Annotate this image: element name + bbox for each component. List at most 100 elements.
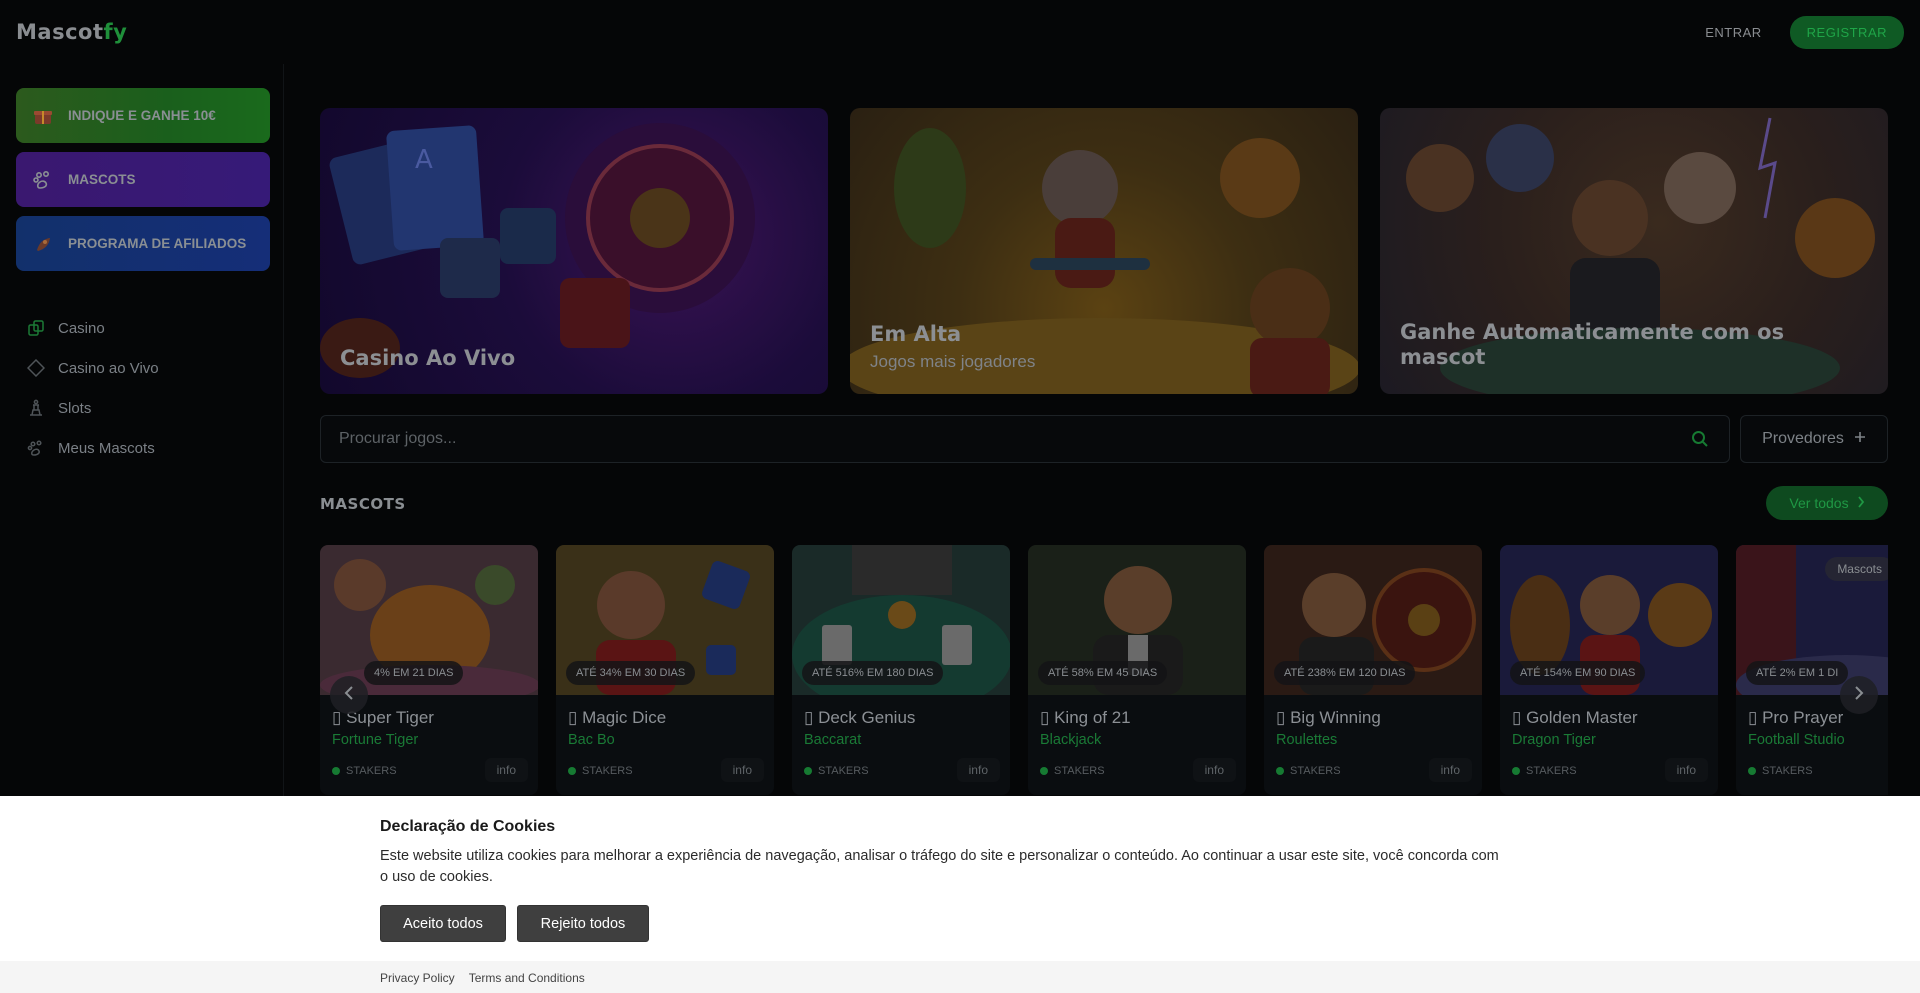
status-label: STAKERS — [1054, 765, 1105, 777]
providers-button[interactable]: Provedores — [1740, 415, 1888, 463]
mascot-card[interactable]: ATÉ 238% EM 120 DIAS ▯ Big Winning Roule… — [1264, 545, 1482, 795]
logo[interactable]: Mascotfy — [16, 20, 127, 44]
status-dot — [1748, 767, 1756, 775]
promo-mascots-button[interactable]: MASCOTS — [16, 152, 270, 207]
logo-main: Mascot — [16, 20, 104, 44]
paw-icon — [30, 167, 56, 193]
mascot-card[interactable]: ATÉ 516% EM 180 DIAS ▯ Deck Genius Bacca… — [792, 545, 1010, 795]
return-badge: ATÉ 2% EM 1 DI — [1746, 661, 1849, 685]
card-subtitle: Football Studio — [1748, 732, 1845, 748]
slots-icon — [26, 398, 46, 418]
mascot-card[interactable]: Mascots ATÉ 2% EM 1 DI ▯ Pro Prayer Foot… — [1736, 545, 1888, 795]
sidebar-item-casino[interactable]: Casino — [26, 308, 159, 348]
banner-live-casino[interactable]: A Casino Ao Vivo — [320, 108, 828, 394]
privacy-policy-link[interactable]: Privacy Policy — [380, 971, 455, 985]
search-bar — [320, 415, 1730, 463]
cookie-banner: Declaração de Cookies Este website utili… — [0, 796, 1920, 961]
info-button[interactable]: info — [484, 758, 528, 782]
return-badge: ATÉ 58% EM 45 DIAS — [1038, 661, 1168, 685]
terms-link[interactable]: Terms and Conditions — [469, 971, 585, 985]
promo-affiliate-label: PROGRAMA DE AFILIADOS — [68, 236, 247, 251]
sidebar-item-label: Slots — [58, 399, 92, 417]
status-dot — [1040, 767, 1048, 775]
sidebar-item-slots[interactable]: Slots — [26, 388, 159, 428]
banner-subtitle: Jogos mais jogadores — [870, 352, 1036, 371]
see-all-label: Ver todos — [1789, 495, 1849, 511]
app-root: Mascotfy ENTRAR REGISTRAR INDIQUE E GANH… — [0, 0, 1920, 993]
card-status: STAKERS — [1512, 765, 1577, 777]
return-badge: ATÉ 154% EM 90 DIAS — [1510, 661, 1646, 685]
rocket-icon — [30, 231, 56, 257]
card-title: ▯ Big Winning — [1276, 708, 1381, 727]
see-all-button[interactable]: Ver todos — [1766, 486, 1888, 520]
mascot-card[interactable]: ATÉ 58% EM 45 DIAS ▯ King of 21 Blackjac… — [1028, 545, 1246, 795]
providers-label: Provedores — [1762, 430, 1844, 447]
status-label: STAKERS — [346, 765, 397, 777]
promo-referral-label: INDIQUE E GANHE 10€ — [68, 108, 216, 123]
chevron-right-icon — [1857, 495, 1865, 511]
carousel-next-button[interactable] — [1840, 676, 1878, 714]
return-badge: 4% EM 21 DIAS — [364, 661, 464, 685]
banner-row: A Casino Ao Vivo Em Alta Jogos mais joga… — [320, 108, 1888, 394]
sidebar-item-label: Casino — [58, 319, 105, 337]
search-icon[interactable] — [1691, 430, 1711, 450]
sidebar-item-live-casino[interactable]: Casino ao Vivo — [26, 348, 159, 388]
card-subtitle: Baccarat — [804, 732, 862, 748]
card-status: STAKERS — [1748, 765, 1813, 777]
banner-auto-earn[interactable]: Ganhe Automaticamente com os mascot — [1380, 108, 1888, 394]
cookie-footer: Privacy Policy Terms and Conditions — [0, 961, 1920, 993]
info-button[interactable]: info — [1428, 758, 1472, 782]
card-status: STAKERS — [568, 765, 633, 777]
card-title: ▯ Pro Prayer — [1748, 708, 1844, 727]
header-actions: ENTRAR REGISTRAR — [1705, 15, 1904, 49]
svg-text:A: A — [415, 145, 433, 175]
return-badge: ATÉ 516% EM 180 DIAS — [802, 661, 944, 685]
mascot-card[interactable]: 4% EM 21 DIAS ▯ Super Tiger Fortune Tige… — [320, 545, 538, 795]
reject-all-button[interactable]: Rejeito todos — [517, 905, 649, 942]
logo-accent: fy — [103, 20, 128, 44]
sidebar-nav: Casino Casino ao Vivo Slots Meus Mascots — [26, 308, 159, 468]
mascot-carousel: 4% EM 21 DIAS ▯ Super Tiger Fortune Tige… — [320, 545, 1888, 795]
card-subtitle: Roulettes — [1276, 732, 1338, 748]
mascot-card[interactable]: ATÉ 154% EM 90 DIAS ▯ Golden Master Drag… — [1500, 545, 1718, 795]
section-title: MASCOTS — [320, 495, 406, 513]
banner-trending[interactable]: Em Alta Jogos mais jogadores — [850, 108, 1358, 394]
card-title: ▯ Magic Dice — [568, 708, 667, 727]
gift-icon — [30, 103, 56, 129]
chevron-right-icon — [1854, 685, 1864, 706]
promo-referral-button[interactable]: INDIQUE E GANHE 10€ — [16, 88, 270, 143]
card-title: ▯ King of 21 — [1040, 708, 1131, 727]
banner-title: Ganhe Automaticamente com os mascot — [1400, 320, 1785, 369]
card-status: STAKERS — [804, 765, 869, 777]
sidebar-item-label: Meus Mascots — [58, 439, 155, 457]
info-button[interactable]: info — [1192, 758, 1236, 782]
register-button[interactable]: REGISTRAR — [1789, 15, 1904, 49]
carousel-prev-button[interactable] — [330, 676, 368, 714]
card-subtitle: Blackjack — [1040, 732, 1102, 748]
info-button[interactable]: info — [1664, 758, 1708, 782]
mascot-card[interactable]: ATÉ 34% EM 30 DIAS ▯ Magic Dice Bac Bo S… — [556, 545, 774, 795]
accept-all-button[interactable]: Aceito todos — [380, 905, 506, 942]
card-subtitle: Dragon Tiger — [1512, 732, 1596, 748]
info-button[interactable]: info — [956, 758, 1000, 782]
sidebar-item-my-mascots[interactable]: Meus Mascots — [26, 428, 159, 468]
paw-icon — [26, 438, 46, 458]
card-status: STAKERS — [332, 765, 397, 777]
casino-icon — [26, 318, 46, 338]
info-button[interactable]: info — [720, 758, 764, 782]
status-dot — [804, 767, 812, 775]
card-status: STAKERS — [1040, 765, 1105, 777]
banner-title: Em Alta — [870, 322, 962, 346]
promo-affiliate-button[interactable]: PROGRAMA DE AFILIADOS — [16, 216, 270, 271]
card-title: ▯ Golden Master — [1512, 708, 1638, 727]
login-link[interactable]: ENTRAR — [1705, 25, 1761, 40]
cookie-title: Declaração de Cookies — [380, 818, 556, 835]
cookie-text: Este website utiliza cookies para melhor… — [380, 848, 1499, 885]
banner-title: Casino Ao Vivo — [340, 346, 516, 370]
status-dot — [1276, 767, 1284, 775]
status-label: STAKERS — [1762, 765, 1813, 777]
status-label: STAKERS — [818, 765, 869, 777]
return-badge: ATÉ 238% EM 120 DIAS — [1274, 661, 1416, 685]
top-header: Mascotfy ENTRAR REGISTRAR — [0, 0, 1920, 64]
search-input[interactable] — [339, 430, 1639, 448]
